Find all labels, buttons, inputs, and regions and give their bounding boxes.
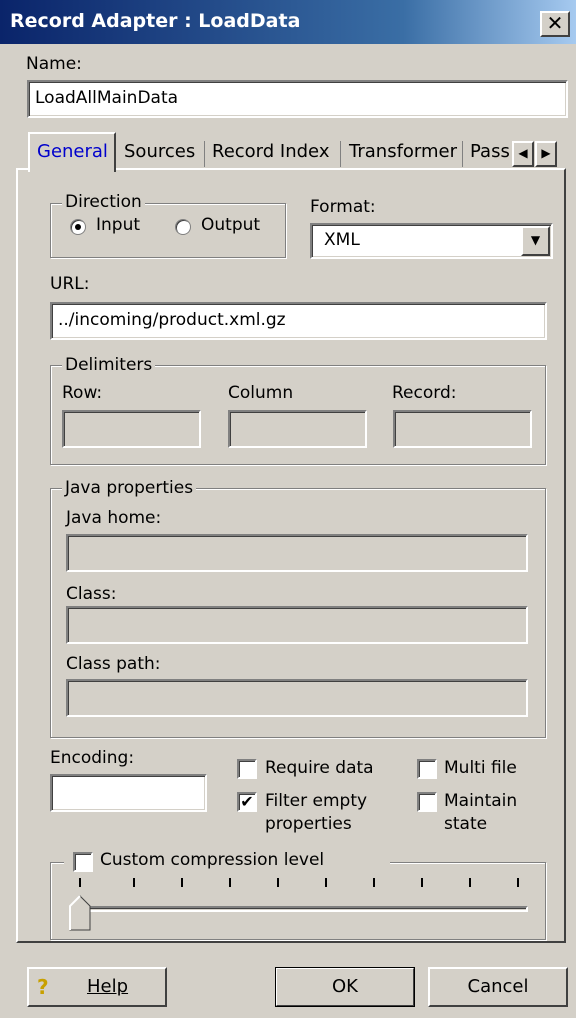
cancel-button[interactable]: Cancel bbox=[428, 967, 568, 1007]
cancel-button-label: Cancel bbox=[467, 976, 529, 997]
close-x-icon: ✕ bbox=[546, 11, 564, 35]
ok-button[interactable]: OK bbox=[275, 967, 415, 1007]
arrow-right-icon: ▶ bbox=[541, 146, 551, 160]
direction-output-radio[interactable] bbox=[175, 219, 191, 235]
column-label: Column bbox=[228, 383, 294, 403]
maintain-state-label-line1: Maintain bbox=[444, 791, 518, 811]
checkmark-icon: ✔ bbox=[240, 792, 254, 811]
row-delimiter-input[interactable] bbox=[62, 410, 201, 448]
name-label: Name: bbox=[26, 54, 82, 74]
tab-sources[interactable]: Sources bbox=[124, 141, 195, 162]
radio-selected-dot bbox=[75, 224, 81, 230]
direction-output-label: Output bbox=[201, 215, 261, 235]
filter-empty-properties-checkbox[interactable]: ✔ bbox=[237, 792, 257, 812]
close-button[interactable]: ✕ bbox=[540, 11, 570, 37]
tab-general[interactable]: General bbox=[37, 141, 108, 162]
java-home-input[interactable] bbox=[66, 534, 528, 572]
slider-tick bbox=[277, 878, 279, 887]
format-label: Format: bbox=[310, 197, 376, 217]
row-label: Row: bbox=[62, 383, 103, 403]
record-label: Record: bbox=[392, 383, 457, 403]
tab-scroll-left[interactable]: ◀ bbox=[512, 141, 534, 167]
slider-tick bbox=[517, 878, 519, 887]
tab-pass[interactable]: Pass bbox=[470, 141, 510, 162]
tab-scroll-right[interactable]: ▶ bbox=[535, 141, 557, 167]
multi-file-checkbox[interactable] bbox=[417, 759, 437, 779]
delimiters-legend: Delimiters bbox=[62, 355, 156, 375]
format-value: XML bbox=[324, 230, 360, 250]
java-home-label: Java home: bbox=[66, 508, 162, 528]
url-label: URL: bbox=[50, 274, 90, 294]
tab-record-index[interactable]: Record Index bbox=[212, 141, 329, 162]
encoding-input[interactable] bbox=[50, 774, 207, 812]
encoding-label: Encoding: bbox=[50, 748, 135, 768]
require-data-label: Require data bbox=[265, 758, 374, 778]
class-label: Class: bbox=[66, 584, 117, 604]
multi-file-label: Multi file bbox=[444, 758, 517, 778]
column-delimiter-input[interactable] bbox=[228, 410, 367, 448]
slider-tick bbox=[79, 878, 81, 887]
require-data-checkbox[interactable] bbox=[237, 759, 257, 779]
slider-tick bbox=[373, 878, 375, 887]
help-button-label: Help bbox=[87, 976, 129, 997]
direction-input-label: Input bbox=[96, 215, 141, 235]
maintain-state-label-line2: state bbox=[444, 814, 488, 834]
record-delimiter-input[interactable] bbox=[393, 410, 532, 448]
filter-empty-label-line1: Filter empty bbox=[265, 791, 368, 811]
chevron-down-icon: ▼ bbox=[530, 233, 541, 247]
question-mark-icon: ? bbox=[37, 975, 49, 999]
slider-thumb-shape bbox=[69, 895, 91, 931]
maintain-state-checkbox[interactable] bbox=[417, 792, 437, 812]
slider-tick bbox=[469, 878, 471, 887]
slider-tick bbox=[325, 878, 327, 887]
class-input[interactable] bbox=[66, 606, 528, 644]
class-path-input[interactable] bbox=[66, 679, 528, 717]
slider-tick bbox=[133, 878, 135, 887]
name-input[interactable]: LoadAllMainData bbox=[27, 80, 568, 118]
tab-separator bbox=[340, 141, 341, 167]
custom-compression-label: Custom compression level bbox=[100, 850, 325, 870]
tab-separator bbox=[462, 141, 463, 167]
format-dropdown-button[interactable]: ▼ bbox=[521, 226, 550, 256]
custom-compression-checkbox[interactable] bbox=[73, 852, 93, 872]
filter-empty-label-line2: properties bbox=[265, 814, 352, 834]
slider-tick bbox=[229, 878, 231, 887]
arrow-left-icon: ◀ bbox=[518, 146, 528, 160]
java-properties-legend: Java properties bbox=[62, 478, 197, 498]
window-title: Record Adapter : LoadData bbox=[10, 10, 301, 32]
help-button[interactable]: ? Help bbox=[27, 967, 167, 1007]
direction-legend: Direction bbox=[62, 192, 145, 212]
tab-transformer[interactable]: Transformer bbox=[349, 141, 457, 162]
ok-button-label: OK bbox=[332, 976, 358, 997]
class-path-label: Class path: bbox=[66, 654, 161, 674]
format-select[interactable]: XML bbox=[310, 223, 553, 259]
slider-tick bbox=[181, 878, 183, 887]
slider-track bbox=[70, 906, 528, 912]
slider-thumb[interactable] bbox=[69, 895, 91, 931]
slider-tick bbox=[421, 878, 423, 887]
url-input[interactable]: ../incoming/product.xml.gz bbox=[50, 302, 547, 340]
tab-separator bbox=[204, 141, 205, 167]
direction-input-radio[interactable] bbox=[70, 219, 86, 235]
